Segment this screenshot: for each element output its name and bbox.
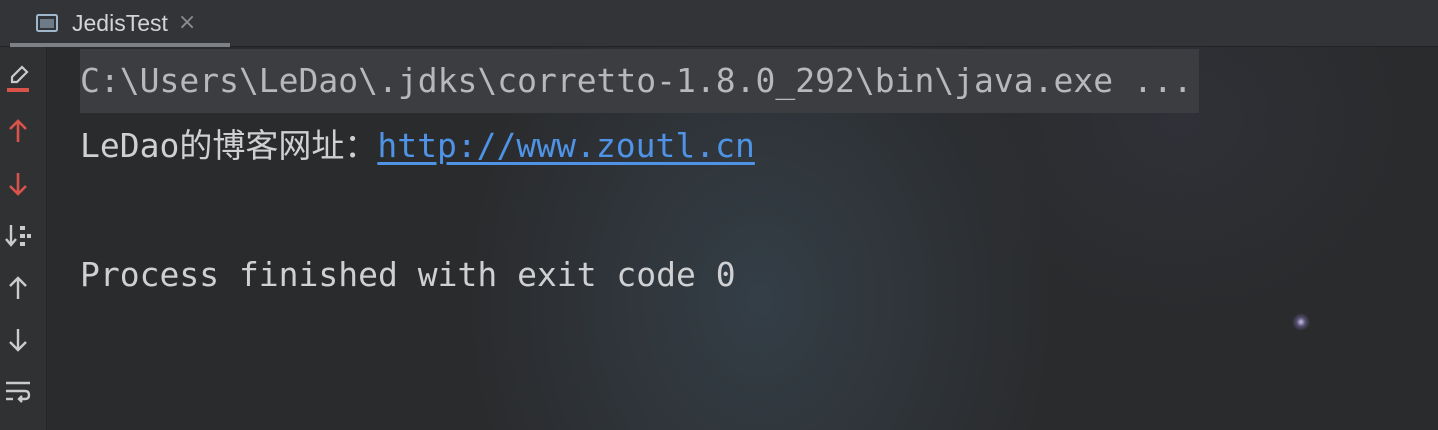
output-prefix: LeDao的博客网址：	[80, 126, 378, 165]
tab-bar: JedisTest ×	[0, 0, 1438, 47]
tab-jedistest[interactable]: JedisTest ×	[10, 0, 230, 47]
output-line: LeDao的博客网址：http://www.zoutl.cn	[80, 114, 755, 178]
soft-wrap-button[interactable]	[3, 374, 33, 410]
console-output[interactable]: C:\Users\LeDao\.jdks\corretto-1.8.0_292\…	[47, 47, 1438, 430]
scroll-down-icon	[9, 329, 27, 352]
console-toolbar	[0, 47, 47, 430]
scroll-up-button[interactable]	[3, 270, 33, 306]
scroll-up-icon	[9, 276, 27, 299]
background-star	[1292, 313, 1310, 331]
up-stack-frame-icon	[9, 119, 27, 142]
command-line: C:\Users\LeDao\.jdks\corretto-1.8.0_292\…	[80, 49, 1199, 113]
clear-all-button[interactable]	[3, 61, 33, 97]
console-window-icon	[36, 14, 58, 32]
output-link[interactable]: http://www.zoutl.cn	[377, 126, 755, 165]
up-stack-frame-button[interactable]	[3, 113, 33, 149]
run-tool-window: JedisTest × C:\Users\LeDao\.jdks\corrett…	[0, 0, 1438, 430]
clear-all-icon	[7, 65, 29, 92]
scroll-down-button[interactable]	[3, 322, 33, 358]
sort-button[interactable]	[3, 218, 33, 254]
sort-icon	[5, 225, 31, 247]
down-stack-frame-button[interactable]	[3, 166, 33, 202]
close-icon[interactable]: ×	[178, 12, 196, 34]
tab-label: JedisTest	[72, 9, 168, 36]
soft-wrap-icon	[6, 381, 31, 403]
down-stack-frame-icon	[9, 173, 27, 196]
exit-message: Process finished with exit code 0	[80, 255, 736, 294]
